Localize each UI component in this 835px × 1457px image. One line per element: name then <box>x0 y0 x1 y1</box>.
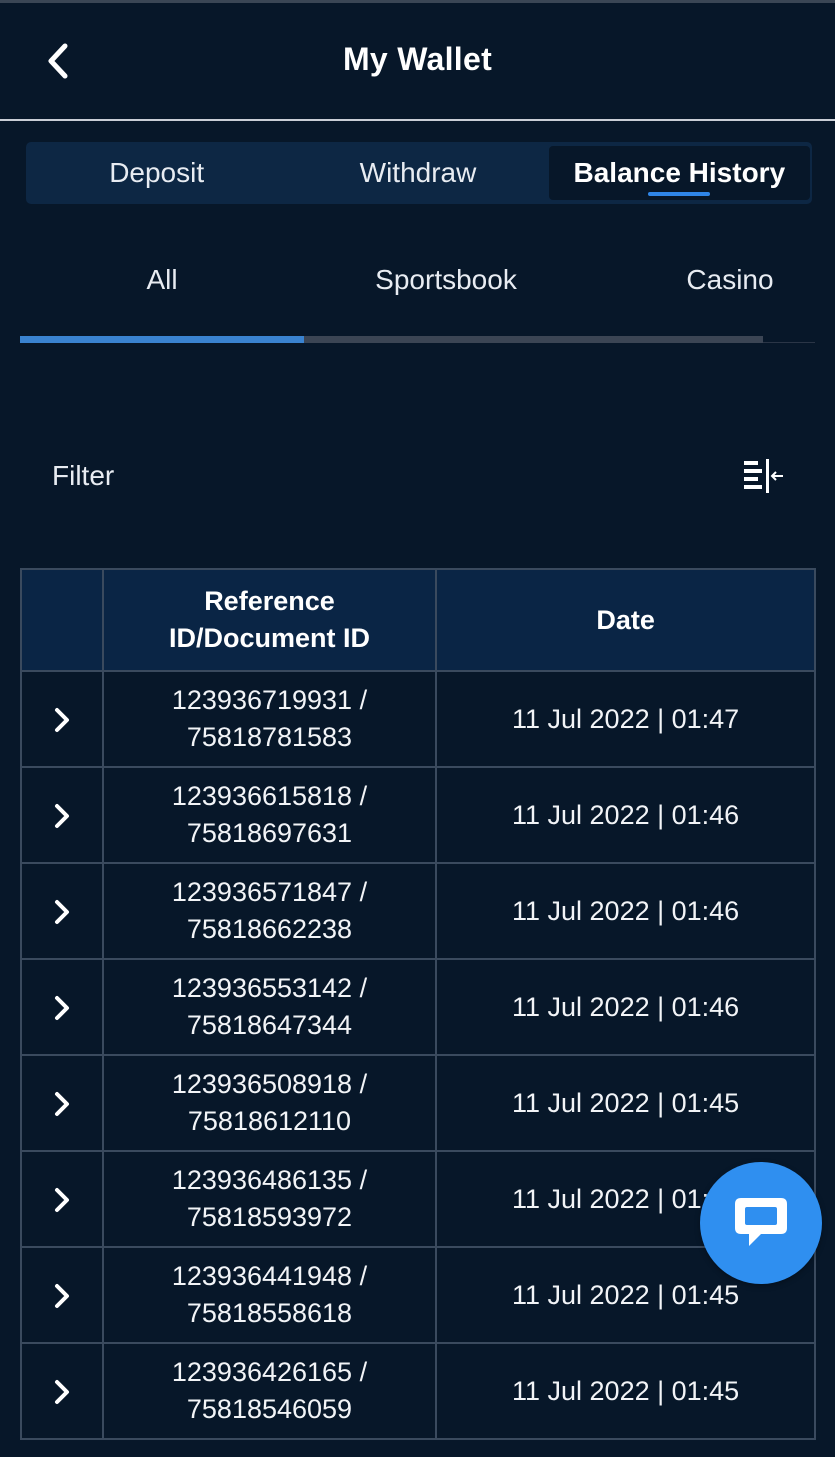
table-row[interactable]: 123936508918 / 75818612110 11 Jul 2022 | 0… <box>20 1054 816 1152</box>
reference-id: 123936571847 / <box>171 877 368 907</box>
reference-id-cell: 123936426165 / 75818546059 <box>101 1342 438 1440</box>
row-expand-cell[interactable] <box>20 958 104 1056</box>
chevron-right-icon <box>54 1188 69 1213</box>
subtab-active-indicator <box>20 336 304 343</box>
reference-id: 123936553142 / <box>171 973 368 1003</box>
row-expand-cell[interactable] <box>20 1054 104 1152</box>
header-date: Date <box>435 568 816 672</box>
reference-id: 123936615818 / <box>171 781 368 811</box>
active-tab-indicator <box>648 192 711 196</box>
date-cell: 11 Jul 2022 | 01:46 <box>435 958 816 1056</box>
document-id: 75818612110 <box>187 1106 352 1136</box>
row-expand-cell[interactable] <box>20 862 104 960</box>
document-id: 75818662238 <box>186 914 353 944</box>
row-expand-cell[interactable] <box>20 670 104 768</box>
subtab-all[interactable]: All <box>20 264 304 296</box>
chat-bubble-icon <box>735 1198 787 1246</box>
app-header: My Wallet <box>0 3 835 121</box>
subtab-sportsbook[interactable]: Sportsbook <box>304 264 588 296</box>
chevron-right-icon <box>54 900 69 925</box>
reference-id-cell: 123936508918 / 75818612110 <box>101 1054 438 1152</box>
date-cell: 11 Jul 2022 | 01:46 <box>435 766 816 864</box>
chevron-right-icon <box>54 804 69 829</box>
reference-id: 123936719931 / <box>171 685 368 715</box>
filter-panel-icon <box>744 459 783 493</box>
reference-id-cell: 123936571847 / 75818662238 <box>101 862 438 960</box>
balance-history-table: Reference ID/Document ID Date 1239367199… <box>20 568 816 1440</box>
document-id: 75818781583 <box>186 722 353 752</box>
row-expand-cell[interactable] <box>20 1342 104 1440</box>
chevron-right-icon <box>54 1284 69 1309</box>
reference-id-cell: 123936441948 / 75818558618 <box>101 1246 438 1344</box>
table-header-row: Reference ID/Document ID Date <box>20 568 816 672</box>
tab-balance-history[interactable]: Balance History <box>548 146 810 200</box>
live-chat-button[interactable] <box>700 1162 822 1284</box>
header-reference-line1: Reference <box>204 586 335 616</box>
table-row[interactable]: 123936486135 /75818593972 11 Jul 2022 | 0… <box>20 1150 816 1248</box>
reference-id-cell: 123936553142 / 75818647344 <box>101 958 438 1056</box>
reference-id: 123936486135 / <box>171 1165 368 1195</box>
subtab-casino[interactable]: Casino <box>588 264 835 296</box>
reference-id-cell: 123936615818 / 75818697631 <box>101 766 438 864</box>
tab-deposit[interactable]: Deposit <box>26 142 287 204</box>
date-cell: 11 Jul 2022 | 01:47 <box>435 670 816 768</box>
date-cell: 11 Jul 2022 | 01:46 <box>435 862 816 960</box>
tab-balance-history-label: Balance History <box>573 157 786 188</box>
reference-id: 123936426165 / <box>171 1357 368 1387</box>
chevron-right-icon <box>54 996 69 1021</box>
header-expand-col <box>20 568 104 672</box>
document-id: 75818647344 <box>186 1010 353 1040</box>
filter-label: Filter <box>52 460 115 491</box>
date-cell: 11 Jul 2022 | 01:45 <box>435 1342 816 1440</box>
row-expand-cell[interactable] <box>20 766 104 864</box>
filter-button[interactable] <box>738 455 786 499</box>
reference-id: 123936508918 / <box>171 1069 368 1099</box>
date-cell: 11 Jul 2022 | 01:45 <box>435 1054 816 1152</box>
reference-id: 123936441948 / <box>171 1261 368 1291</box>
table-row[interactable]: 123936571847 / 75818662238 11 Jul 2022 | 0… <box>20 862 816 960</box>
table-row[interactable]: 123936441948 /75818558618 11 Jul 2022 | 0… <box>20 1246 816 1344</box>
history-category-tabs: All Sportsbook Casino <box>20 252 815 344</box>
wallet-tabs: Deposit Withdraw Balance History <box>26 142 812 204</box>
chevron-right-icon <box>54 1380 69 1405</box>
header-reference-line2: ID/Document ID <box>168 623 370 653</box>
chevron-right-icon <box>54 708 69 733</box>
table-row[interactable]: 123936719931 / 75818781583 11 Jul 2022 | 0… <box>20 670 816 768</box>
chevron-right-icon <box>54 1092 69 1117</box>
reference-id-cell: 123936486135 / 75818593972 <box>101 1150 438 1248</box>
subtab-indicator-track <box>20 336 815 344</box>
table-row[interactable]: 123936615818 / 75818697631 11 Jul 2022 | 0… <box>20 766 816 864</box>
document-id: 75818558618 <box>186 1298 353 1328</box>
table-row[interactable]: 123936426165 / 75818546059 11 Jul 2022 | 0… <box>20 1342 816 1440</box>
reference-id-cell: 123936719931 / 75818781583 <box>101 670 438 768</box>
page-title: My Wallet <box>342 41 493 77</box>
row-expand-cell[interactable] <box>20 1246 104 1344</box>
document-id: 75818546059 <box>186 1394 353 1424</box>
tab-withdraw[interactable]: Withdraw <box>287 142 548 204</box>
document-id: 75818593972 <box>186 1202 353 1232</box>
header-reference-id: Reference ID/Document ID <box>101 568 438 672</box>
document-id: 75818697631 <box>186 818 353 848</box>
subtab-track-end <box>763 342 815 343</box>
row-expand-cell[interactable] <box>20 1150 104 1248</box>
table-row[interactable]: 123936553142 / 75818647344 11 Jul 2022 | 0… <box>20 958 816 1056</box>
